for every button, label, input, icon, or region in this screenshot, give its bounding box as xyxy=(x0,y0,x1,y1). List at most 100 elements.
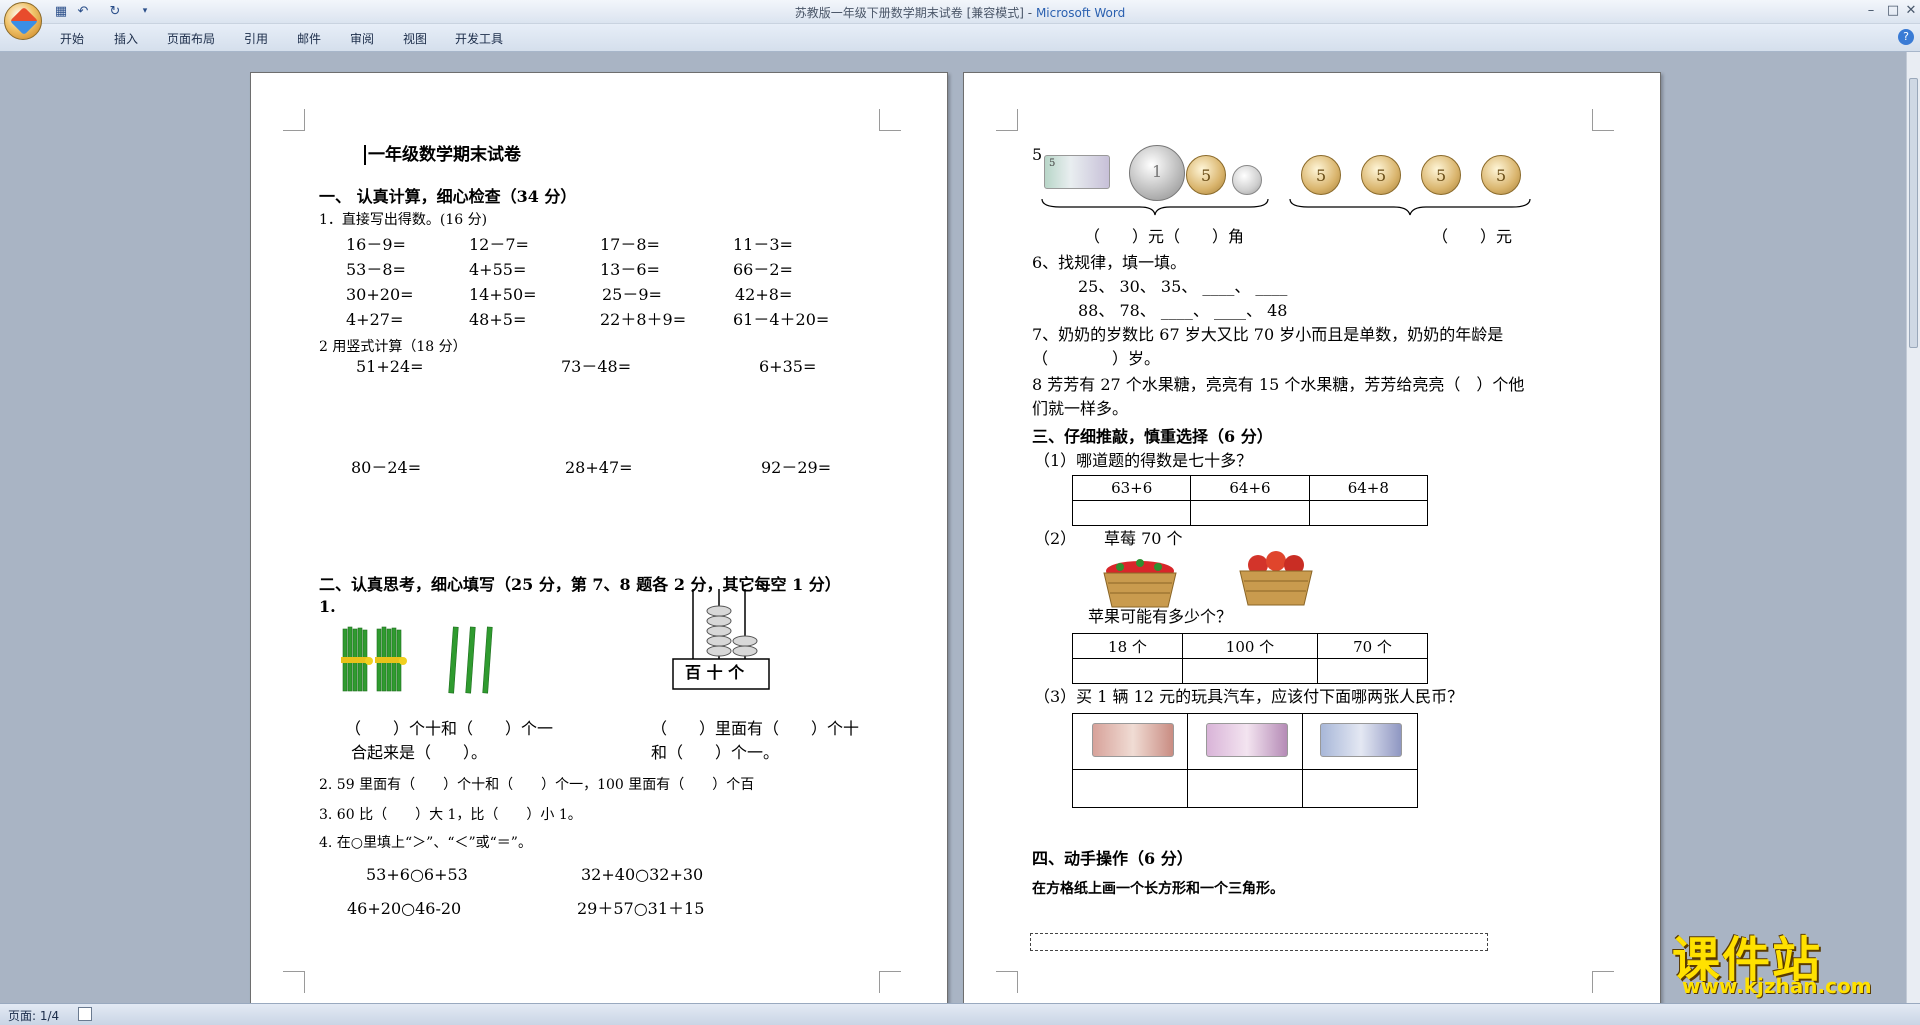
close-icon[interactable]: ✕ xyxy=(1900,2,1920,20)
apple-basket-image xyxy=(1239,551,1313,606)
fill-blank: 和（ ）个一。 xyxy=(651,743,780,762)
option-cell: 100 个 xyxy=(1181,633,1319,659)
tab-home[interactable]: 开始 xyxy=(60,30,84,47)
watermark-logo: 课件站 www.kjzhan.com xyxy=(1668,920,1900,1000)
coin-5-jiao-image: 5 xyxy=(1301,155,1341,195)
compare-item: 53+6○6+53 xyxy=(366,865,468,884)
stick-bundles-image xyxy=(341,626,493,694)
crop-mark xyxy=(1592,971,1614,993)
apple-question: 苹果可能有多少个？ xyxy=(1088,607,1233,626)
calc-item: 11－3= xyxy=(733,235,793,254)
question-7: 7、奶奶的岁数比 67 岁大又比 70 岁小而且是单数，奶奶的年龄是 xyxy=(1032,325,1504,344)
choice-2-table: 18 个 100 个 70 个 xyxy=(1072,633,1428,684)
vertical-calc-item: 92－29= xyxy=(761,458,832,477)
tab-page-layout[interactable]: 页面布局 xyxy=(167,30,215,47)
grid-paper-area[interactable] xyxy=(1030,933,1488,951)
coin-1-yuan-image: 1 xyxy=(1129,145,1185,201)
compare-item: 32+40○32+30 xyxy=(581,865,704,884)
watermark-url: www.kjzhan.com xyxy=(1682,974,1872,998)
question-2-4: 4. 在○里填上“＞”、“＜”或“＝”。 xyxy=(319,835,532,851)
tab-mailings[interactable]: 邮件 xyxy=(297,30,321,47)
question-5: 5 xyxy=(1032,145,1043,164)
vertical-calc-item: 73－48= xyxy=(561,357,632,376)
question-2-2: 2. 59 里面有（ ）个十和（ ）个一，100 里面有（ ）个百 xyxy=(319,777,755,793)
banknote-image xyxy=(1206,723,1288,757)
document-page-2[interactable]: 5 5 1 5 5 5 5 5 （ ）元（ ）角 （ ）元 6、找规律，填一填。… xyxy=(963,72,1661,1003)
crop-mark xyxy=(283,109,305,131)
coin-5-jiao-image: 5 xyxy=(1481,155,1521,195)
crop-mark xyxy=(879,109,901,131)
office-logo-icon xyxy=(9,6,39,36)
tab-insert[interactable]: 插入 xyxy=(114,30,138,47)
question-2: 2 用竖式计算（18 分） xyxy=(319,339,467,355)
fill-blank: 合起来是（ ）。 xyxy=(351,743,488,762)
calc-item: 48+5= xyxy=(469,310,527,329)
brace-icon xyxy=(1289,198,1531,216)
calc-item: 53－8= xyxy=(346,260,406,279)
question-8: 8 芳芳有 27 个水果糖，亮亮有 15 个水果糖，芳芳给亮亮（ ）个他 xyxy=(1032,375,1525,394)
draw-instruction: 在方格纸上画一个长方形和一个三角形。 xyxy=(1032,881,1284,897)
page-count[interactable]: 页面: 1/4 xyxy=(8,1007,59,1024)
document-workspace: 一年级数学期末试卷 一、 认真计算，细心检查（34 分） 1．直接写出得数。(1… xyxy=(0,52,1906,1003)
tab-references[interactable]: 引用 xyxy=(244,30,268,47)
choice-3: （3）买 1 辆 12 元的玩具汽车，应该付下面哪两张人民币？ xyxy=(1034,687,1464,706)
scrollbar-thumb[interactable] xyxy=(1909,78,1918,348)
fill-blank: （ ）元（ ）角 xyxy=(1084,227,1245,246)
vertical-calc-item: 51+24= xyxy=(356,357,424,376)
option-cell: 63+6 xyxy=(1071,475,1192,501)
coin-5-jiao-image: 5 xyxy=(1361,155,1401,195)
proofing-icon[interactable] xyxy=(78,1007,92,1021)
banknote-image xyxy=(1092,723,1174,757)
vertical-scrollbar[interactable] xyxy=(1906,52,1920,1003)
compare-item: 46+20○46-20 xyxy=(347,899,462,918)
calc-item: 16－9= xyxy=(346,235,406,254)
option-cell: 18 个 xyxy=(1072,633,1183,659)
option-cell: 64+8 xyxy=(1308,475,1429,501)
banknote-image xyxy=(1320,723,1402,757)
calc-item: 14+50= xyxy=(469,285,537,304)
question-2-1: 1. xyxy=(319,597,336,616)
banknote-image: 5 xyxy=(1044,155,1110,189)
help-icon[interactable]: ? xyxy=(1898,29,1914,45)
document-page-1[interactable]: 一年级数学期末试卷 一、 认真计算，细心检查（34 分） 1．直接写出得数。(1… xyxy=(250,72,948,1003)
crop-mark xyxy=(1592,109,1614,131)
fill-blank: （ ）元 xyxy=(1432,227,1513,246)
crop-mark xyxy=(996,971,1018,993)
calc-item: 22＋8＋9= xyxy=(600,310,687,329)
strawberry-label: 草莓 70 个 xyxy=(1104,529,1183,548)
question-2-3: 3. 60 比（ ）大 1，比（ ）小 1。 xyxy=(319,807,582,823)
fill-blank: （ ）个十和（ ）个一 xyxy=(345,719,554,738)
option-cell: 70 个 xyxy=(1317,633,1428,659)
fill-blank: （ ）里面有（ ）个十 xyxy=(651,719,860,738)
question-8-cont: 们就一样多。 xyxy=(1032,399,1129,418)
sequence-1: 25、 30、 35、 ____、 ____ xyxy=(1078,277,1288,296)
section-3-heading: 三、仔细推敲，慎重选择（6 分） xyxy=(1032,427,1273,446)
calc-item: 4+55= xyxy=(469,260,527,279)
calc-item: 17－8= xyxy=(600,235,660,254)
tab-view[interactable]: 视图 xyxy=(403,30,427,47)
coin-5-jiao-image: 5 xyxy=(1186,155,1226,195)
section-1-heading: 一、 认真计算，细心检查（34 分） xyxy=(319,187,577,206)
calc-item: 61－4＋20= xyxy=(733,310,830,329)
office-button[interactable] xyxy=(4,2,42,40)
question-1: 1．直接写出得数。(16 分) xyxy=(319,212,488,228)
crop-mark xyxy=(996,109,1018,131)
vertical-calc-item: 80－24= xyxy=(351,458,422,477)
calc-item: 4+27= xyxy=(346,310,404,329)
calc-item: 13－6= xyxy=(600,260,660,279)
minimize-icon[interactable]: – xyxy=(1860,2,1882,20)
crop-mark xyxy=(283,971,305,993)
page-title: 一年级数学期末试卷 xyxy=(364,145,521,165)
option-cell: 64+6 xyxy=(1190,475,1310,501)
coin-5-jiao-image: 5 xyxy=(1421,155,1461,195)
vertical-calc-item: 28+47= xyxy=(565,458,633,477)
tab-review[interactable]: 审阅 xyxy=(350,30,374,47)
calc-item: 30+20= xyxy=(346,285,414,304)
choice-2: （2） xyxy=(1034,529,1077,548)
question-7-blank: （ ）岁。 xyxy=(1032,349,1161,368)
calc-item: 66－2= xyxy=(733,260,793,279)
choice-1: （1）哪道题的得数是七十多？ xyxy=(1034,451,1253,470)
crop-mark xyxy=(879,971,901,993)
ribbon-tabs: 开始 插入 页面布局 引用 邮件 审阅 视图 开发工具 ? xyxy=(0,24,1920,52)
tab-developer[interactable]: 开发工具 xyxy=(455,30,503,47)
